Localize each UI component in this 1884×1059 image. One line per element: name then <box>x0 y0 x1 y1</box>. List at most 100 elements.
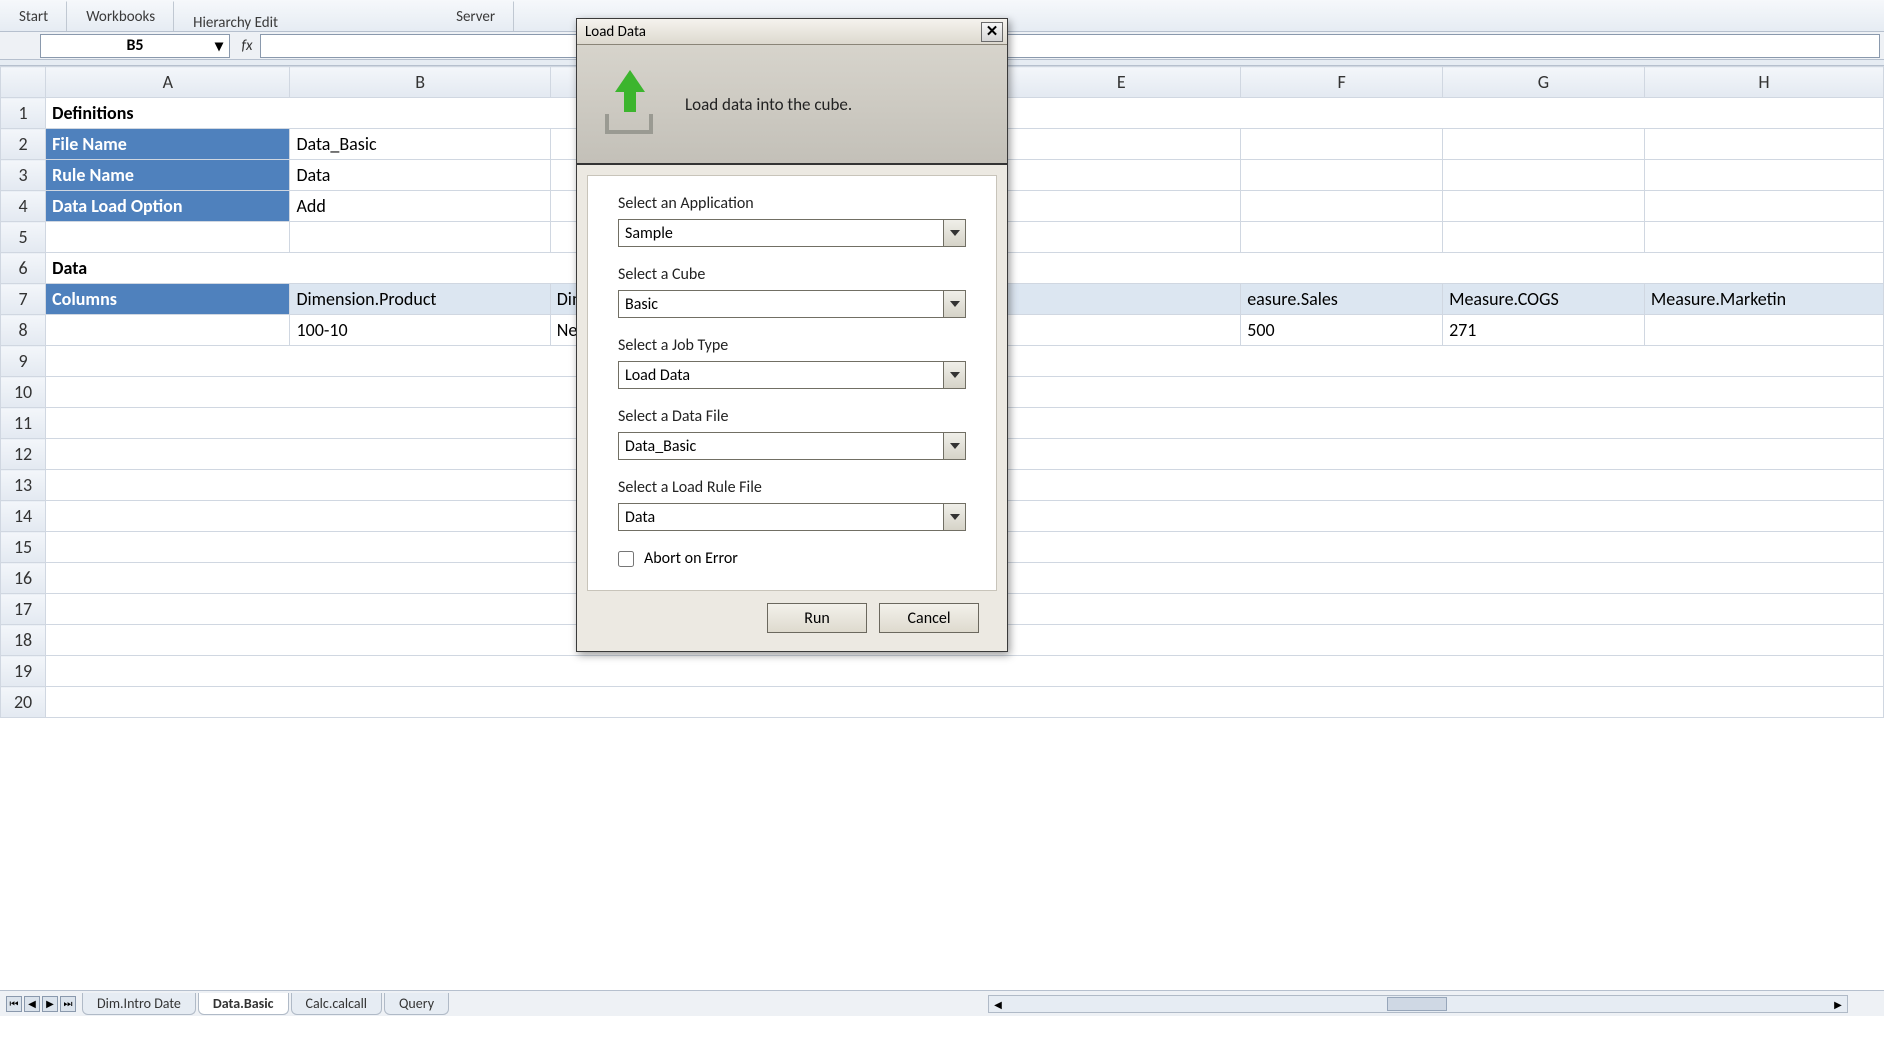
row-header[interactable]: 14 <box>1 501 46 532</box>
sheet-nav-next-icon[interactable]: ▶ <box>42 996 58 1012</box>
select-all-corner[interactable] <box>1 67 46 98</box>
name-box[interactable]: B5 ▾ <box>40 34 230 58</box>
scroll-left-icon[interactable]: ◀ <box>989 996 1007 1012</box>
cell[interactable]: Data Load Option <box>46 191 290 222</box>
cell[interactable] <box>1002 129 1241 160</box>
ribbon-tab-server[interactable]: Server <box>437 1 514 31</box>
cell[interactable]: File Name <box>46 129 290 160</box>
close-button[interactable]: ✕ <box>981 22 1003 42</box>
sheet-tab[interactable]: Dim.Intro Date <box>82 993 196 1015</box>
cell[interactable]: Data_Basic <box>290 129 550 160</box>
cell[interactable] <box>1002 191 1241 222</box>
cell[interactable]: 100-10 <box>290 315 550 346</box>
cell[interactable] <box>1241 129 1443 160</box>
ribbon-tab-start[interactable]: Start <box>0 1 67 31</box>
row-header[interactable]: 17 <box>1 594 46 625</box>
cell[interactable] <box>1241 191 1443 222</box>
row-header[interactable]: 8 <box>1 315 46 346</box>
sheet-tab[interactable]: Data.Basic <box>198 993 289 1015</box>
cell[interactable] <box>46 687 1884 718</box>
row-header[interactable]: 7 <box>1 284 46 315</box>
row-header[interactable]: 5 <box>1 222 46 253</box>
col-header-F[interactable]: F <box>1241 67 1443 98</box>
sheet-tab[interactable]: Query <box>384 993 449 1015</box>
sheet-nav-first-icon[interactable]: ⏮ <box>6 996 22 1012</box>
row-header[interactable]: 15 <box>1 532 46 563</box>
cell[interactable] <box>1443 160 1645 191</box>
cell[interactable] <box>1002 160 1241 191</box>
row-header[interactable]: 18 <box>1 625 46 656</box>
cell[interactable] <box>1443 191 1645 222</box>
rule-select[interactable]: Data <box>618 503 966 531</box>
dropdown-icon[interactable] <box>943 362 965 388</box>
name-box-dropdown-icon[interactable]: ▾ <box>211 38 227 54</box>
sheet-nav-last-icon[interactable]: ⏭ <box>60 996 76 1012</box>
cell[interactable] <box>1241 222 1443 253</box>
row-header[interactable]: 9 <box>1 346 46 377</box>
cell[interactable]: Measure.COGS <box>1443 284 1645 315</box>
dropdown-icon[interactable] <box>943 291 965 317</box>
cell[interactable]: 500 <box>1241 315 1443 346</box>
row-header[interactable]: 16 <box>1 563 46 594</box>
ribbon-tab-edit[interactable]: Hierarchy Edit <box>174 14 297 32</box>
file-select[interactable]: Data_Basic <box>618 432 966 460</box>
col-header-E[interactable]: E <box>1002 67 1241 98</box>
scroll-right-icon[interactable]: ▶ <box>1829 996 1847 1012</box>
row-header[interactable]: 11 <box>1 408 46 439</box>
cell[interactable] <box>1443 129 1645 160</box>
cell[interactable] <box>1002 222 1241 253</box>
cell[interactable] <box>1002 315 1241 346</box>
cell[interactable]: Dimension.Product <box>290 284 550 315</box>
cell[interactable] <box>1443 222 1645 253</box>
dropdown-icon[interactable] <box>943 504 965 530</box>
cell[interactable]: 271 <box>1443 315 1645 346</box>
cell[interactable] <box>1002 284 1241 315</box>
sheet-nav-prev-icon[interactable]: ◀ <box>24 996 40 1012</box>
cube-select[interactable]: Basic <box>618 290 966 318</box>
col-header-G[interactable]: G <box>1443 67 1645 98</box>
sheet-tab[interactable]: Calc.calcall <box>291 993 383 1015</box>
cell[interactable] <box>290 222 550 253</box>
row-header[interactable]: 20 <box>1 687 46 718</box>
dropdown-icon[interactable] <box>943 220 965 246</box>
job-select[interactable]: Load Data <box>618 361 966 389</box>
cell[interactable] <box>1644 315 1883 346</box>
cell[interactable] <box>1644 222 1883 253</box>
cell[interactable]: Rule Name <box>46 160 290 191</box>
abort-checkbox[interactable] <box>618 551 634 567</box>
run-button[interactable]: Run <box>767 603 867 633</box>
horizontal-scrollbar[interactable]: ◀ ▶ <box>988 995 1848 1013</box>
cell[interactable] <box>1644 129 1883 160</box>
cell[interactable] <box>1644 160 1883 191</box>
col-header-B[interactable]: B <box>290 67 550 98</box>
dropdown-icon[interactable] <box>943 433 965 459</box>
fx-icon[interactable]: fx <box>234 37 260 55</box>
cell[interactable]: Data <box>290 160 550 191</box>
cancel-button[interactable]: Cancel <box>879 603 979 633</box>
formula-input[interactable] <box>260 34 1880 58</box>
cell[interactable] <box>1644 191 1883 222</box>
cell[interactable] <box>1241 160 1443 191</box>
cell[interactable] <box>46 315 290 346</box>
ribbon-tab-workbooks[interactable]: Workbooks <box>67 1 174 31</box>
row-header[interactable]: 12 <box>1 439 46 470</box>
cell[interactable]: Add <box>290 191 550 222</box>
cell[interactable] <box>46 656 1884 687</box>
cell[interactable]: Measure.Marketin <box>1644 284 1883 315</box>
row-header[interactable]: 3 <box>1 160 46 191</box>
row-header[interactable]: 10 <box>1 377 46 408</box>
app-select[interactable]: Sample <box>618 219 966 247</box>
cell[interactable] <box>46 222 290 253</box>
row-header[interactable]: 6 <box>1 253 46 284</box>
row-header[interactable]: 2 <box>1 129 46 160</box>
row-header[interactable]: 1 <box>1 98 46 129</box>
scroll-thumb[interactable] <box>1387 997 1447 1011</box>
dialog-titlebar[interactable]: Load Data ✕ <box>577 19 1007 45</box>
cell[interactable]: Columns <box>46 284 290 315</box>
col-header-A[interactable]: A <box>46 67 290 98</box>
cell[interactable]: easure.Sales <box>1241 284 1443 315</box>
row-header[interactable]: 19 <box>1 656 46 687</box>
row-header[interactable]: 4 <box>1 191 46 222</box>
row-header[interactable]: 13 <box>1 470 46 501</box>
col-header-H[interactable]: H <box>1644 67 1883 98</box>
